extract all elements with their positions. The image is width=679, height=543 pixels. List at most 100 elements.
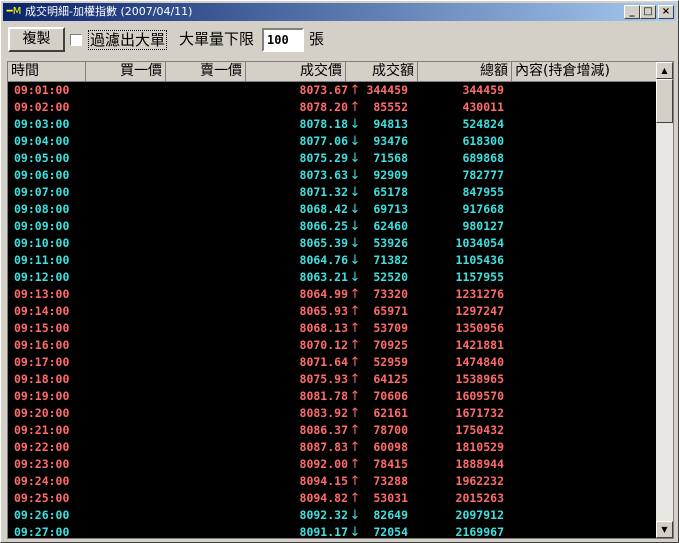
table-row[interactable]: 09:23:00 8092.00 ↑ 78415 1888944 [8, 456, 656, 473]
table-row[interactable]: 09:16:00 8070.12 ↑ 70925 1421881 [8, 337, 656, 354]
price-cell: 8094.82 [299, 491, 348, 505]
time-cell: 09:06:00 [14, 168, 70, 182]
scroll-up-icon[interactable]: ▲ [656, 62, 673, 79]
col-content[interactable]: 內容(持倉增減) [512, 62, 656, 82]
down-arrow-icon: ↓ [349, 236, 361, 251]
time-cell: 09:17:00 [14, 355, 70, 369]
up-arrow-icon: ↑ [349, 423, 361, 438]
volume-cell: 94813 [373, 117, 408, 131]
col-bid[interactable]: 買一價 [86, 62, 166, 82]
time-cell: 09:22:00 [14, 440, 70, 454]
threshold-input[interactable]: 100 [262, 28, 304, 52]
table-row[interactable]: 09:27:00 8091.17 ↓ 72054 2169967 [8, 524, 656, 539]
time-cell: 09:18:00 [14, 372, 70, 386]
table-row[interactable]: 09:24:00 8094.15 ↑ 73288 1962232 [8, 473, 656, 490]
total-cell: 1105436 [455, 253, 504, 267]
total-cell: 980127 [462, 219, 504, 233]
table-row[interactable]: 09:08:00 8068.42 ↓ 69713 917668 [8, 201, 656, 218]
title-bar[interactable]: ━M 成交明細-加權指數 (2007/04/11) _ □ × [3, 3, 676, 21]
filter-label[interactable]: 過濾出大單 [88, 30, 168, 50]
down-arrow-icon: ↓ [349, 117, 361, 132]
table-row[interactable]: 09:21:00 8086.37 ↑ 78700 1750432 [8, 422, 656, 439]
table-row[interactable]: 09:15:00 8068.13 ↑ 53709 1350956 [8, 320, 656, 337]
col-volume[interactable]: 成交額 [346, 62, 418, 82]
table-row[interactable]: 09:05:00 8075.29 ↓ 71568 689868 [8, 150, 656, 167]
total-cell: 430011 [462, 100, 504, 114]
total-cell: 782777 [462, 168, 504, 182]
time-cell: 09:26:00 [14, 508, 70, 522]
table-row[interactable]: 09:11:00 8064.76 ↓ 71382 1105436 [8, 252, 656, 269]
col-price[interactable]: 成交價 [246, 62, 346, 82]
close-button[interactable]: × [658, 5, 674, 19]
total-cell: 917668 [462, 202, 504, 216]
table-row[interactable]: 09:13:00 8064.99 ↑ 73320 1231276 [8, 286, 656, 303]
total-cell: 1421881 [455, 338, 504, 352]
table-row[interactable]: 09:02:00 8078.20 ↑ 85552 430011 [8, 99, 656, 116]
trade-grid[interactable]: 時間 買一價 賣一價 成交價 成交額 總額 內容(持倉增減) 09:01:00 8… [7, 61, 674, 539]
col-time[interactable]: 時間 [8, 62, 86, 82]
price-cell: 8075.29 [299, 151, 348, 165]
scroll-down-icon[interactable]: ▼ [656, 521, 673, 538]
volume-cell: 60098 [373, 440, 408, 454]
table-row[interactable]: 09:18:00 8075.93 ↑ 64125 1538965 [8, 371, 656, 388]
time-cell: 09:05:00 [14, 151, 70, 165]
price-cell: 8065.39 [299, 236, 348, 250]
table-row[interactable]: 09:03:00 8078.18 ↓ 94813 524824 [8, 116, 656, 133]
total-cell: 1034054 [455, 236, 504, 250]
total-cell: 1750432 [455, 423, 504, 437]
up-arrow-icon: ↑ [349, 491, 361, 506]
table-row[interactable]: 09:25:00 8094.82 ↑ 53031 2015263 [8, 490, 656, 507]
table-row[interactable]: 09:14:00 8065.93 ↑ 65971 1297247 [8, 303, 656, 320]
price-cell: 8063.21 [299, 270, 348, 284]
up-arrow-icon: ↑ [349, 304, 361, 319]
minimize-button[interactable]: _ [624, 5, 640, 19]
time-cell: 09:04:00 [14, 134, 70, 148]
maximize-button[interactable]: □ [640, 5, 656, 19]
table-row[interactable]: 09:06:00 8073.63 ↓ 92909 782777 [8, 167, 656, 184]
total-cell: 1671732 [455, 406, 504, 420]
time-cell: 09:12:00 [14, 270, 70, 284]
time-cell: 09:27:00 [14, 525, 70, 539]
col-total[interactable]: 總額 [418, 62, 512, 82]
app-icon: ━M [6, 6, 22, 17]
price-cell: 8075.93 [299, 372, 348, 386]
price-cell: 8070.12 [299, 338, 348, 352]
total-cell: 344459 [462, 83, 504, 97]
time-cell: 09:09:00 [14, 219, 70, 233]
copy-button[interactable]: 複製 [8, 27, 65, 52]
down-arrow-icon: ↓ [349, 270, 361, 285]
price-cell: 8087.83 [299, 440, 348, 454]
price-cell: 8078.20 [299, 100, 348, 114]
table-row[interactable]: 09:12:00 8063.21 ↓ 52520 1157955 [8, 269, 656, 286]
price-cell: 8071.64 [299, 355, 348, 369]
table-row[interactable]: 09:07:00 8071.32 ↓ 65178 847955 [8, 184, 656, 201]
table-row[interactable]: 09:22:00 8087.83 ↑ 60098 1810529 [8, 439, 656, 456]
table-row[interactable]: 09:09:00 8066.25 ↓ 62460 980127 [8, 218, 656, 235]
grid-header: 時間 買一價 賣一價 成交價 成交額 總額 內容(持倉增減) [8, 62, 656, 82]
table-row[interactable]: 09:10:00 8065.39 ↓ 53926 1034054 [8, 235, 656, 252]
volume-cell: 344459 [366, 83, 408, 97]
filter-checkbox[interactable] [70, 34, 82, 46]
col-ask[interactable]: 賣一價 [166, 62, 246, 82]
table-row[interactable]: 09:20:00 8083.92 ↑ 62161 1671732 [8, 405, 656, 422]
total-cell: 2015263 [455, 491, 504, 505]
volume-cell: 82649 [373, 508, 408, 522]
down-arrow-icon: ↓ [349, 202, 361, 217]
table-row[interactable]: 09:17:00 8071.64 ↑ 52959 1474840 [8, 354, 656, 371]
time-cell: 09:13:00 [14, 287, 70, 301]
table-row[interactable]: 09:19:00 8081.78 ↑ 70606 1609570 [8, 388, 656, 405]
down-arrow-icon: ↓ [349, 525, 361, 539]
down-arrow-icon: ↓ [349, 253, 361, 268]
time-cell: 09:15:00 [14, 321, 70, 335]
threshold-label: 大單量下限 [179, 30, 255, 48]
price-cell: 8092.00 [299, 457, 348, 471]
table-row[interactable]: 09:01:00 8073.67 ↑ 344459 344459 [8, 82, 656, 99]
volume-cell: 62460 [373, 219, 408, 233]
vertical-scrollbar[interactable]: ▲ ▼ [656, 62, 673, 538]
table-row[interactable]: 09:04:00 8077.06 ↓ 93476 618300 [8, 133, 656, 150]
table-row[interactable]: 09:26:00 8092.32 ↓ 82649 2097912 [8, 507, 656, 524]
volume-cell: 78700 [373, 423, 408, 437]
time-cell: 09:08:00 [14, 202, 70, 216]
volume-cell: 73288 [373, 474, 408, 488]
scroll-thumb[interactable] [656, 79, 673, 123]
